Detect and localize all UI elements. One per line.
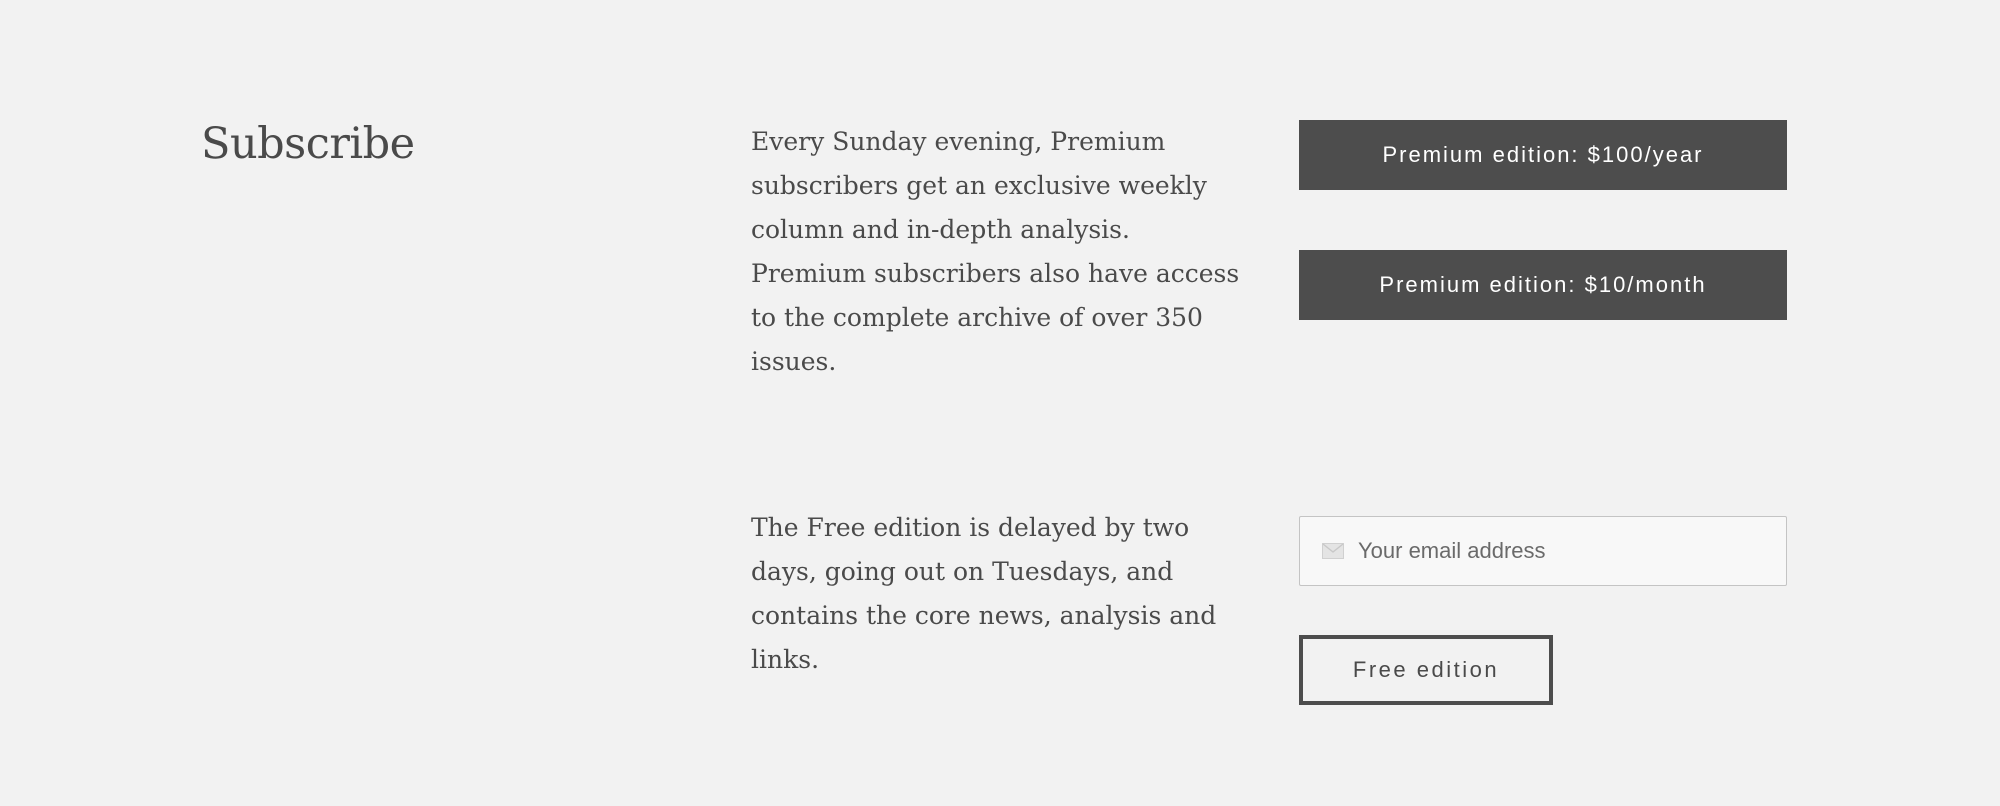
premium-monthly-button[interactable]: Premium edition: $10/month [1299,250,1787,320]
free-description: The Free edition is delayed by two days,… [751,513,1217,674]
envelope-icon [1322,543,1344,559]
free-edition-button[interactable]: Free edition [1299,635,1553,705]
page-title: Subscribe [201,119,415,169]
email-field[interactable] [1299,516,1787,586]
premium-description: Every Sunday evening, Premium subscriber… [751,127,1240,376]
premium-yearly-button[interactable]: Premium edition: $100/year [1299,120,1787,190]
email-input[interactable] [1358,517,1786,585]
